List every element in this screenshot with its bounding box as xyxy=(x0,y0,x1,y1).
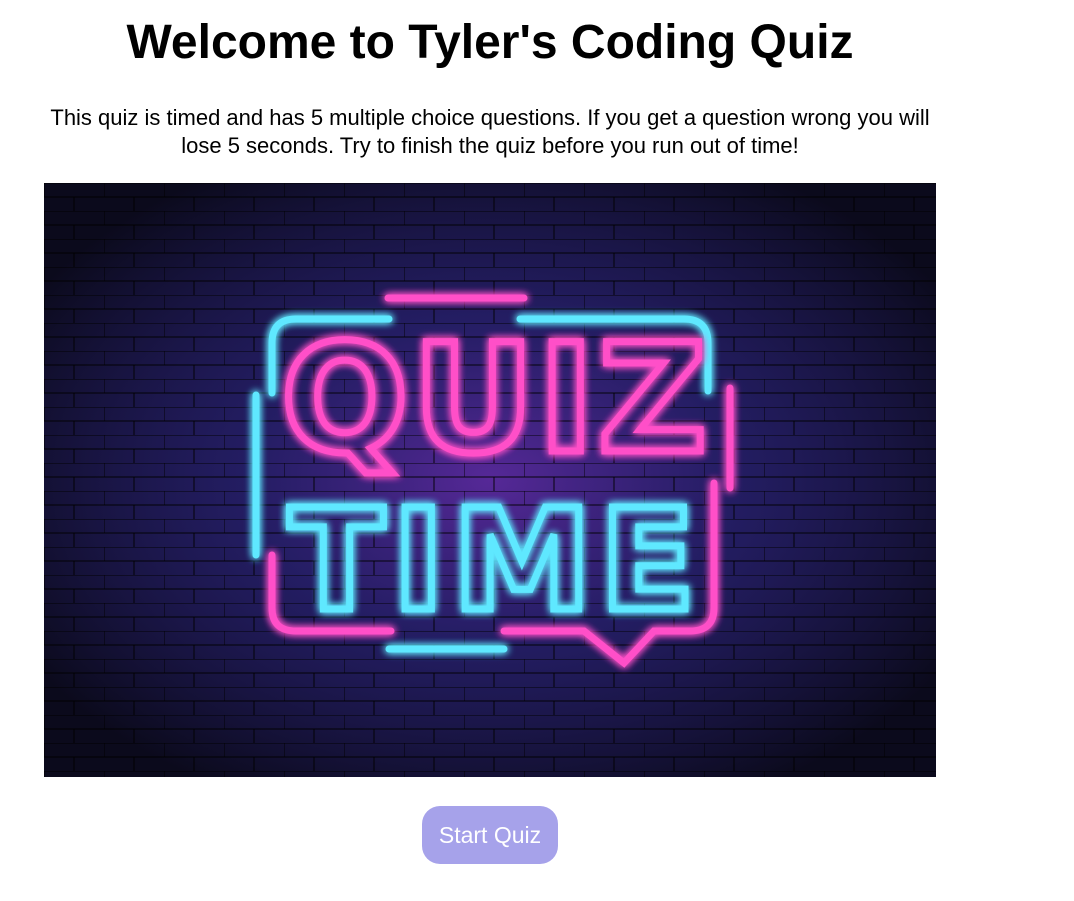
quiz-welcome-page: Welcome to Tyler's Coding Quiz This quiz… xyxy=(0,0,1074,901)
quiz-instructions: This quiz is timed and has 5 multiple ch… xyxy=(50,105,930,158)
quiz-time-image: QUIZ TIME xyxy=(44,183,936,777)
page-title: Welcome to Tyler's Coding Quiz xyxy=(126,16,854,69)
start-quiz-button[interactable]: Start Quiz xyxy=(422,806,558,864)
time-neon-text: TIME xyxy=(289,480,704,643)
quiz-neon-text: QUIZ xyxy=(281,313,711,487)
